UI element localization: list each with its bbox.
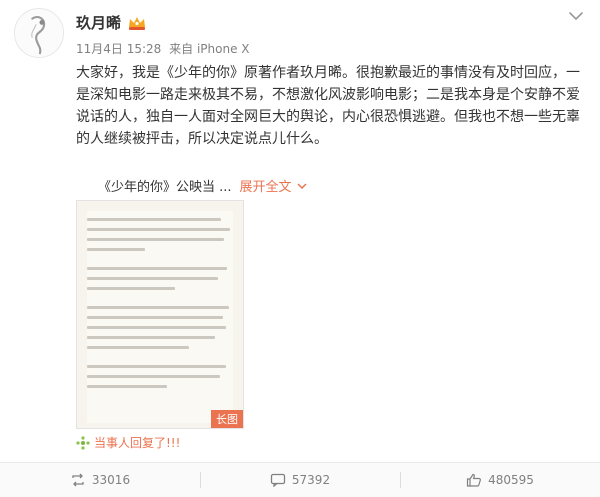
comment-count: 57392 [291,473,331,487]
chevron-down-icon [297,182,307,189]
like-button[interactable]: 480595 [400,463,600,497]
chevron-down-icon[interactable] [566,8,586,22]
comment-icon [270,473,286,487]
collapsed-preview-text: 《少年的你》公映当 ... [98,180,232,195]
sparkle-icon [76,435,90,450]
post-meta: 11月4日 15:28 来自 iPhone X [76,40,254,57]
post-date[interactable]: 11月4日 15:28 [76,42,161,56]
collapsed-preview-row: 《少年的你》公映当 ... 展开全文 [98,176,308,195]
long-image-content [87,211,233,423]
avatar[interactable] [14,8,64,58]
expand-full-text-link[interactable]: 展开全文 [240,176,308,195]
repost-button[interactable]: 33016 [0,463,200,497]
crown-badge-icon[interactable] [127,15,147,31]
thumbs-up-icon [466,473,482,487]
party-reply-text: 当事人回复了!!! [94,436,181,450]
post-text: 大家好，我是《少年的你》原著作者玖月晞。很抱歉最近的事情没有及时回应，一是深知电… [76,65,580,147]
comment-button[interactable]: 57392 [200,463,400,497]
repost-count: 33016 [91,473,131,487]
weibo-post-card: 玖月晞 11月4日 15:28 来自 iPhone X 大家好，我是《少年的你》… [0,0,600,497]
avatar-image [15,9,63,57]
action-bar: 33016 57392 480595 [0,462,600,497]
party-reply-link[interactable]: 当事人回复了!!! [76,434,180,451]
long-image-badge: 长图 [211,410,243,428]
long-image-thumbnail[interactable]: 长图 [76,200,244,429]
repost-icon [72,473,84,487]
username[interactable]: 玖月晞 [76,12,121,33]
expand-label: 展开全文 [239,180,292,195]
name-row: 玖月晞 [76,12,147,33]
like-count: 480595 [488,473,534,487]
post-source: 来自 iPhone X [169,42,250,56]
